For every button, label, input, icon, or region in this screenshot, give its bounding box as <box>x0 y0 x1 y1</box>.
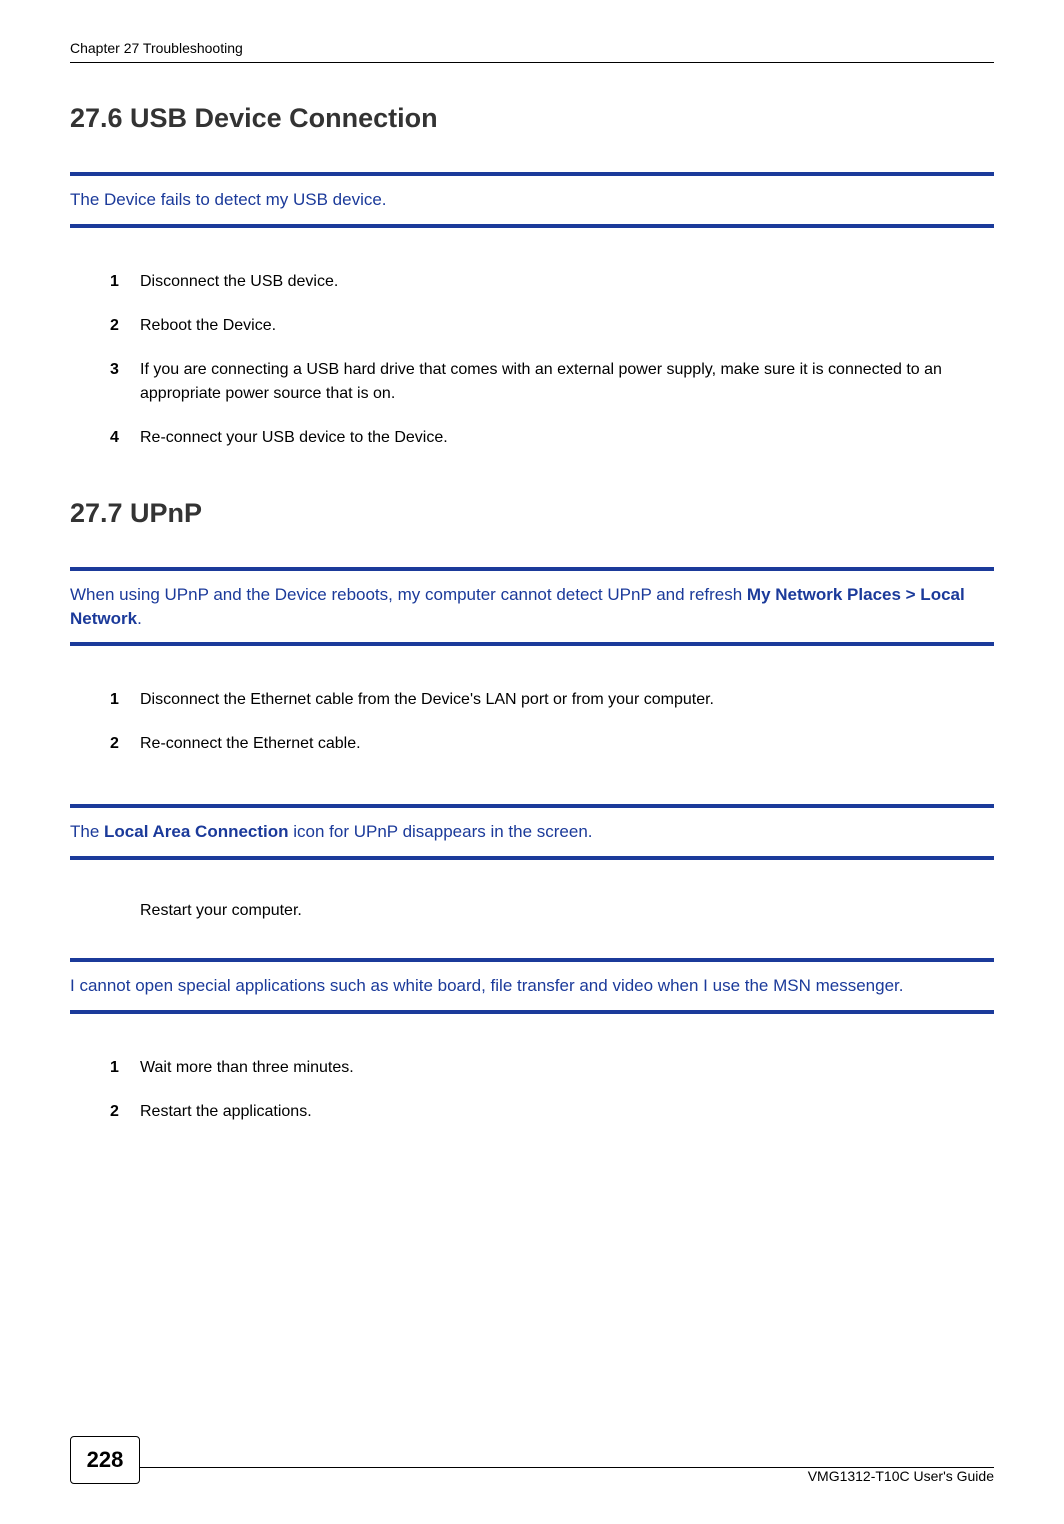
step-number: 1 <box>110 270 140 294</box>
plain-answer-upnp-2: Restart your computer. <box>140 902 994 920</box>
step-text: Wait more than three minutes. <box>140 1056 994 1080</box>
step-text: Re-connect your USB device to the Device… <box>140 426 994 450</box>
step-list-upnp-1: 1 Disconnect the Ethernet cable from the… <box>110 688 994 756</box>
step-text: If you are connecting a USB hard drive t… <box>140 358 994 406</box>
step-number: 1 <box>110 1056 140 1080</box>
issue-bold: Local Area Connection <box>104 822 289 841</box>
issue-block-usb: The Device fails to detect my USB device… <box>70 172 994 228</box>
step-number: 2 <box>110 314 140 338</box>
section-heading-upnp: 27.7 UPnP <box>70 498 994 529</box>
step-item: 2 Re-connect the Ethernet cable. <box>110 732 994 756</box>
step-item: 2 Restart the applications. <box>110 1100 994 1124</box>
step-item: 1 Wait more than three minutes. <box>110 1056 994 1080</box>
step-text: Restart the applications. <box>140 1100 994 1124</box>
step-number: 3 <box>110 358 140 406</box>
issue-suffix: . <box>137 609 142 628</box>
step-text: Re-connect the Ethernet cable. <box>140 732 994 756</box>
issue-prefix: The <box>70 822 104 841</box>
issue-text-usb: The Device fails to detect my USB device… <box>70 188 994 212</box>
guide-title: VMG1312-T10C User's Guide <box>796 1468 994 1484</box>
issue-block-upnp-1: When using UPnP and the Device reboots, … <box>70 567 994 647</box>
issue-block-upnp-2: The Local Area Connection icon for UPnP … <box>70 804 994 860</box>
step-number: 4 <box>110 426 140 450</box>
issue-text-upnp-2: The Local Area Connection icon for UPnP … <box>70 820 994 844</box>
page-number: 228 <box>70 1436 140 1484</box>
page-footer: 228 VMG1312-T10C User's Guide <box>70 1436 994 1484</box>
section-heading-usb: 27.6 USB Device Connection <box>70 103 994 134</box>
issue-suffix: icon for UPnP disappears in the screen. <box>289 822 593 841</box>
step-text: Reboot the Device. <box>140 314 994 338</box>
step-number: 2 <box>110 732 140 756</box>
step-text: Disconnect the USB device. <box>140 270 994 294</box>
step-item: 1 Disconnect the USB device. <box>110 270 994 294</box>
step-item: 2 Reboot the Device. <box>110 314 994 338</box>
step-number: 2 <box>110 1100 140 1124</box>
step-list-usb: 1 Disconnect the USB device. 2 Reboot th… <box>110 270 994 450</box>
step-item: 4 Re-connect your USB device to the Devi… <box>110 426 994 450</box>
step-item: 1 Disconnect the Ethernet cable from the… <box>110 688 994 712</box>
issue-block-upnp-3: I cannot open special applications such … <box>70 958 994 1014</box>
issue-text-upnp-1: When using UPnP and the Device reboots, … <box>70 583 994 631</box>
chapter-header: Chapter 27 Troubleshooting <box>70 40 994 63</box>
step-item: 3 If you are connecting a USB hard drive… <box>110 358 994 406</box>
step-number: 1 <box>110 688 140 712</box>
step-text: Disconnect the Ethernet cable from the D… <box>140 688 994 712</box>
issue-text-upnp-3: I cannot open special applications such … <box>70 974 994 998</box>
issue-prefix: When using UPnP and the Device reboots, … <box>70 585 747 604</box>
step-list-upnp-3: 1 Wait more than three minutes. 2 Restar… <box>110 1056 994 1124</box>
